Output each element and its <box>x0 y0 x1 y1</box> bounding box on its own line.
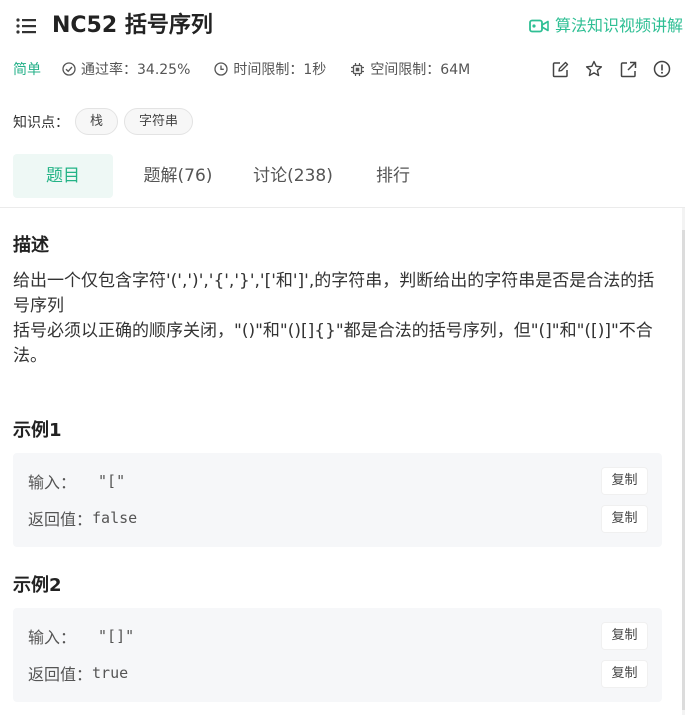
input-label: 输入： <box>28 473 77 492</box>
pass-rate-text: 通过率：34.25% <box>81 62 191 78</box>
info-icon <box>653 60 671 78</box>
problem-meta: 简单 通过率：34.25% 时间限制：1秒 空间限制：64M <box>13 58 494 80</box>
tags-label: 知识点： <box>13 114 69 131</box>
favorite-button[interactable] <box>577 58 611 80</box>
memory-limit-text: 空间限制：64M <box>370 62 471 78</box>
share-button[interactable] <box>611 58 645 80</box>
tab-ranking[interactable]: 排行 <box>343 154 443 198</box>
tab-discussion[interactable]: 讨论(238) <box>243 154 343 198</box>
problem-title: NC52 括号序列 <box>52 13 213 38</box>
difficulty-badge: 简单 <box>13 62 41 78</box>
video-camera-icon <box>529 19 549 33</box>
time-limit-text: 时间限制：1秒 <box>233 62 327 78</box>
pass-rate: 通过率：34.25% <box>62 59 190 79</box>
description-body: 给出一个仅包含字符'(',')','{','}','['和']',的字符串，判断… <box>13 269 663 369</box>
example-1-heading: 示例1 <box>13 420 62 441</box>
edit-button[interactable] <box>543 58 577 80</box>
output-value: false <box>92 509 138 527</box>
knowledge-tags: 知识点： 栈 字符串 <box>13 108 194 135</box>
problem-tabs: 题目 题解(76) 讨论(238) 排行 <box>13 154 443 198</box>
memory-limit: 空间限制：64M <box>350 59 470 79</box>
output-value: true <box>92 664 129 682</box>
tag-stack[interactable]: 栈 <box>75 108 119 135</box>
description-line-2: 括号必须以正确的顺序关闭，"()"和"()[]{}"都是合法的括号序列，但"(]… <box>13 321 653 366</box>
star-icon <box>585 60 603 77</box>
example-2-input-row: 输入： "[]" <box>28 623 134 649</box>
output-label: 返回值： <box>28 665 93 684</box>
list-icon[interactable] <box>16 17 36 35</box>
problem-header: NC52 括号序列 算法知识视频讲解 <box>0 0 685 52</box>
check-circle-icon <box>62 62 76 76</box>
example-2-heading: 示例2 <box>13 575 62 596</box>
time-limit: 时间限制：1秒 <box>214 59 326 79</box>
copy-input-button[interactable]: 复制 <box>602 468 647 494</box>
tabs-divider <box>0 207 685 208</box>
chip-icon <box>351 62 365 76</box>
input-label: 输入： <box>28 628 77 647</box>
example-2-box: 输入： "[]" 复制 返回值： true 复制 <box>13 608 662 702</box>
clock-icon <box>214 62 229 76</box>
description-line-1: 给出一个仅包含字符'(',')','{','}','['和']',的字符串，判断… <box>13 271 655 316</box>
tag-string[interactable]: 字符串 <box>124 108 194 135</box>
output-label: 返回值： <box>28 510 93 529</box>
example-2-output-row: 返回值： true <box>28 660 128 686</box>
copy-output-button[interactable]: 复制 <box>602 661 647 687</box>
example-1-output-row: 返回值： false <box>28 505 137 531</box>
copy-output-button[interactable]: 复制 <box>602 506 647 532</box>
problem-actions <box>543 58 679 80</box>
example-1-input-row: 输入： "[" <box>28 468 125 494</box>
video-explanation-link[interactable]: 算法知识视频讲解 <box>529 14 683 38</box>
edit-icon <box>552 61 568 77</box>
input-value: "[" <box>98 472 126 490</box>
description-heading: 描述 <box>13 235 49 256</box>
copy-input-button[interactable]: 复制 <box>602 623 647 649</box>
tab-problem[interactable]: 题目 <box>13 154 113 198</box>
tab-solutions[interactable]: 题解(76) <box>113 154 243 198</box>
video-link-label: 算法知识视频讲解 <box>554 16 683 35</box>
report-button[interactable] <box>645 58 679 80</box>
example-1-box: 输入： "[" 复制 返回值： false 复制 <box>13 453 662 547</box>
input-value: "[]" <box>98 627 135 645</box>
external-link-icon <box>620 61 636 77</box>
